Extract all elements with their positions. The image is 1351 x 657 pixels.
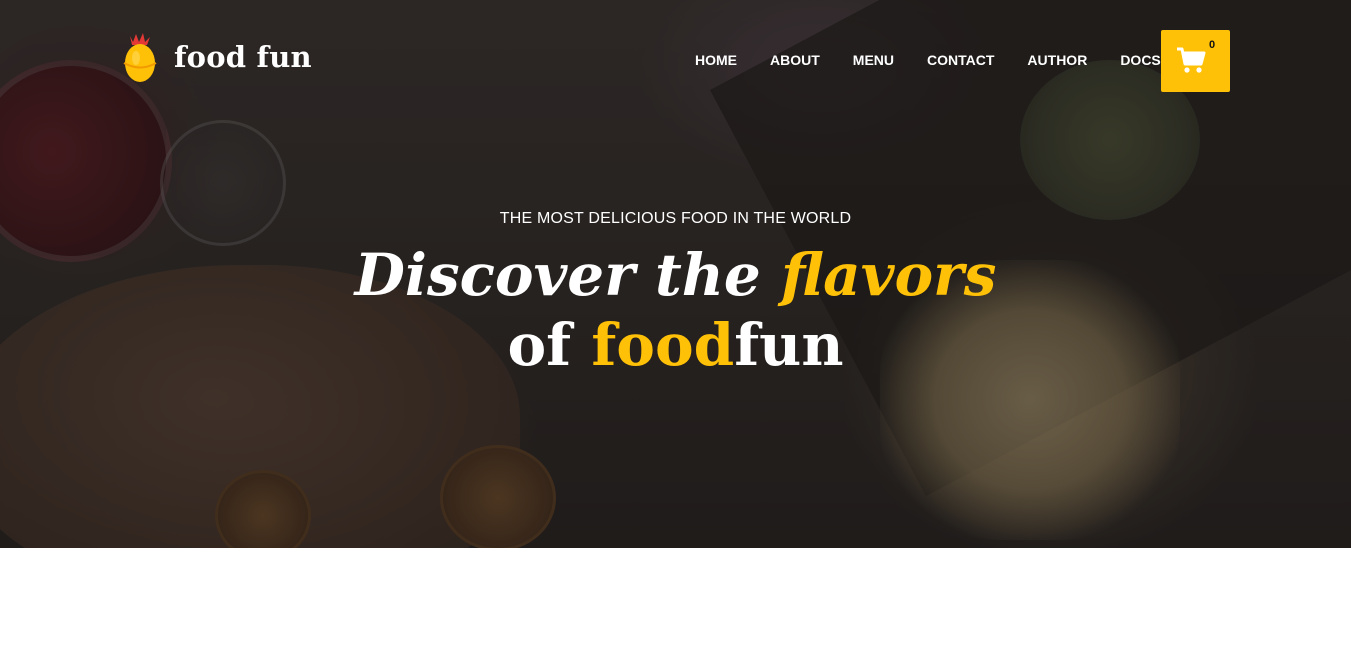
content-area bbox=[0, 548, 1351, 657]
shopping-cart-icon bbox=[1176, 46, 1206, 79]
hero-section: food fun HOME ABOUT MENU CONTACT AUTHOR … bbox=[0, 0, 1351, 548]
hero-headline-line2: of foodfun bbox=[0, 310, 1351, 380]
headline-accent-text: flavors bbox=[781, 241, 997, 309]
headline-accent-text: food bbox=[591, 311, 735, 379]
nav-link-contact[interactable]: CONTACT bbox=[927, 52, 994, 68]
nav-link-about[interactable]: ABOUT bbox=[770, 52, 820, 68]
egg-chick-icon bbox=[120, 30, 160, 84]
headline-text: Discover the bbox=[354, 241, 782, 309]
hero-headline-line1: Discover the flavors bbox=[0, 240, 1351, 310]
cart-count-badge: 0 bbox=[1209, 39, 1216, 51]
hero-headline: Discover the flavors of foodfun bbox=[0, 240, 1351, 380]
nav-link-menu[interactable]: MENU bbox=[853, 52, 894, 68]
headline-text: fun bbox=[734, 311, 844, 379]
cart-button[interactable]: 0 bbox=[1161, 30, 1230, 92]
headline-text: of bbox=[507, 311, 592, 379]
brand-name: food fun bbox=[174, 40, 312, 74]
brand-logo[interactable]: food fun bbox=[120, 30, 312, 84]
nav-link-home[interactable]: HOME bbox=[695, 52, 737, 68]
nav-link-docs[interactable]: DOCS bbox=[1120, 52, 1160, 68]
hero-tagline: THE MOST DELICIOUS FOOD IN THE WORLD bbox=[499, 210, 852, 227]
main-navigation: HOME ABOUT MENU CONTACT AUTHOR DOCS bbox=[680, 52, 1161, 68]
nav-link-author[interactable]: AUTHOR bbox=[1027, 52, 1087, 68]
